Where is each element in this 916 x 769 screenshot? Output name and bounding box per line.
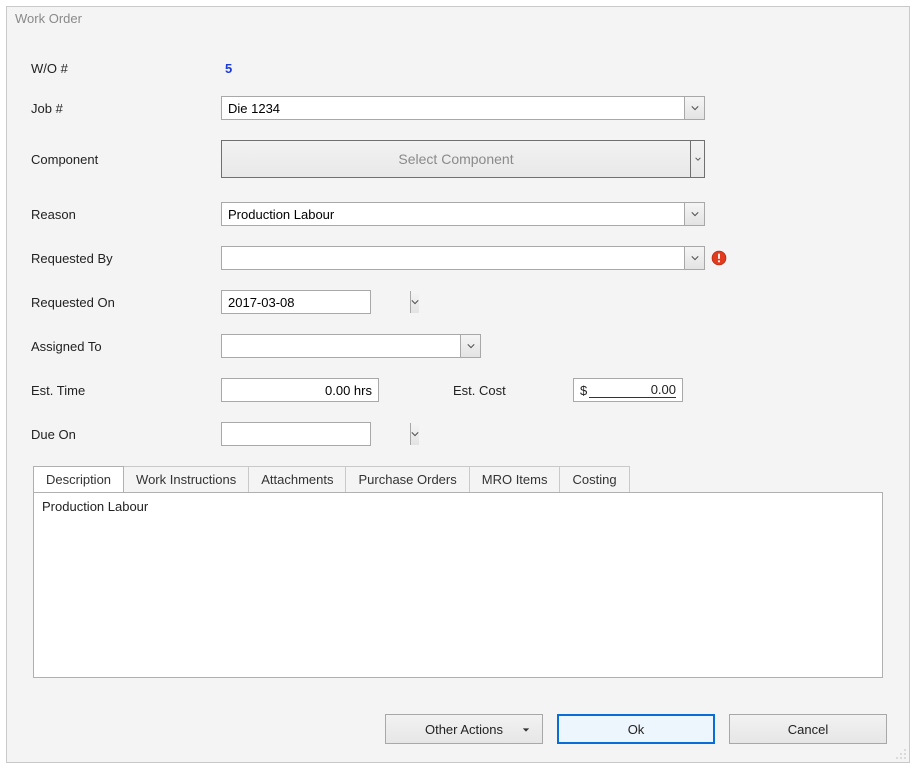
est-time-input[interactable]	[221, 378, 379, 402]
requested-on-input[interactable]	[222, 291, 410, 313]
reason-input[interactable]	[222, 203, 684, 225]
due-on-input[interactable]	[222, 423, 410, 445]
requested-by-input[interactable]	[222, 247, 684, 269]
chevron-down-icon	[695, 156, 701, 162]
due-on-date[interactable]	[221, 422, 371, 446]
est-time-label: Est. Time	[31, 383, 221, 398]
requested-on-date[interactable]	[221, 290, 371, 314]
component-label: Component	[31, 152, 221, 167]
assigned-to-combo[interactable]	[221, 334, 481, 358]
job-combo[interactable]	[221, 96, 705, 120]
tab-mro-items[interactable]: MRO Items	[469, 466, 561, 492]
assigned-to-input[interactable]	[222, 335, 460, 357]
requested-by-label: Requested By	[31, 251, 221, 266]
tab-work-instructions[interactable]: Work Instructions	[123, 466, 249, 492]
job-input[interactable]	[222, 97, 684, 119]
cancel-button[interactable]: Cancel	[729, 714, 887, 744]
requested-on-label: Requested On	[31, 295, 221, 310]
ok-button[interactable]: Ok	[557, 714, 715, 744]
est-cost-value: 0.00	[589, 383, 676, 398]
assigned-to-label: Assigned To	[31, 339, 221, 354]
dialog-button-row: Other Actions Ok Cancel	[7, 698, 909, 762]
assigned-to-dropdown-button[interactable]	[460, 335, 480, 357]
other-actions-label: Other Actions	[425, 722, 503, 737]
tab-attachments[interactable]: Attachments	[248, 466, 346, 492]
est-cost-field[interactable]: $ 0.00	[573, 378, 683, 402]
error-icon	[711, 250, 727, 266]
tab-description[interactable]: Description	[33, 466, 124, 492]
chevron-down-icon	[411, 298, 419, 306]
chevron-down-icon	[411, 430, 419, 438]
job-label: Job #	[31, 101, 221, 116]
tab-body-description[interactable]: Production Labour	[33, 492, 883, 678]
requested-by-dropdown-button[interactable]	[684, 247, 704, 269]
caret-down-icon	[522, 722, 530, 737]
wo-number-value: 5	[221, 61, 232, 76]
chevron-down-icon	[691, 254, 699, 262]
due-on-label: Due On	[31, 427, 221, 442]
reason-combo[interactable]	[221, 202, 705, 226]
chevron-down-icon	[691, 104, 699, 112]
est-cost-label: Est. Cost	[453, 383, 573, 398]
chevron-down-icon	[691, 210, 699, 218]
requested-by-combo[interactable]	[221, 246, 705, 270]
tabs-container: Description Work Instructions Attachment…	[33, 466, 883, 678]
work-order-window: Work Order W/O # 5 Job # Component Selec…	[6, 6, 910, 763]
est-cost-prefix: $	[580, 383, 587, 398]
requested-on-dropdown-button[interactable]	[410, 291, 419, 313]
tabstrip: Description Work Instructions Attachment…	[33, 466, 883, 492]
component-select-main[interactable]: Select Component	[222, 141, 690, 177]
component-select[interactable]: Select Component	[221, 140, 705, 178]
chevron-down-icon	[467, 342, 475, 350]
reason-label: Reason	[31, 207, 221, 222]
form-area: W/O # 5 Job # Component Select Component	[7, 33, 909, 698]
due-on-dropdown-button[interactable]	[410, 423, 419, 445]
component-dropdown-button[interactable]	[690, 141, 704, 177]
resize-grip-icon[interactable]	[895, 748, 907, 760]
window-title: Work Order	[7, 7, 909, 33]
job-dropdown-button[interactable]	[684, 97, 704, 119]
tab-purchase-orders[interactable]: Purchase Orders	[345, 466, 469, 492]
wo-number-label: W/O #	[31, 61, 221, 76]
ok-label: Ok	[628, 722, 645, 737]
reason-dropdown-button[interactable]	[684, 203, 704, 225]
tab-costing[interactable]: Costing	[559, 466, 629, 492]
cancel-label: Cancel	[788, 722, 828, 737]
other-actions-button[interactable]: Other Actions	[385, 714, 543, 744]
